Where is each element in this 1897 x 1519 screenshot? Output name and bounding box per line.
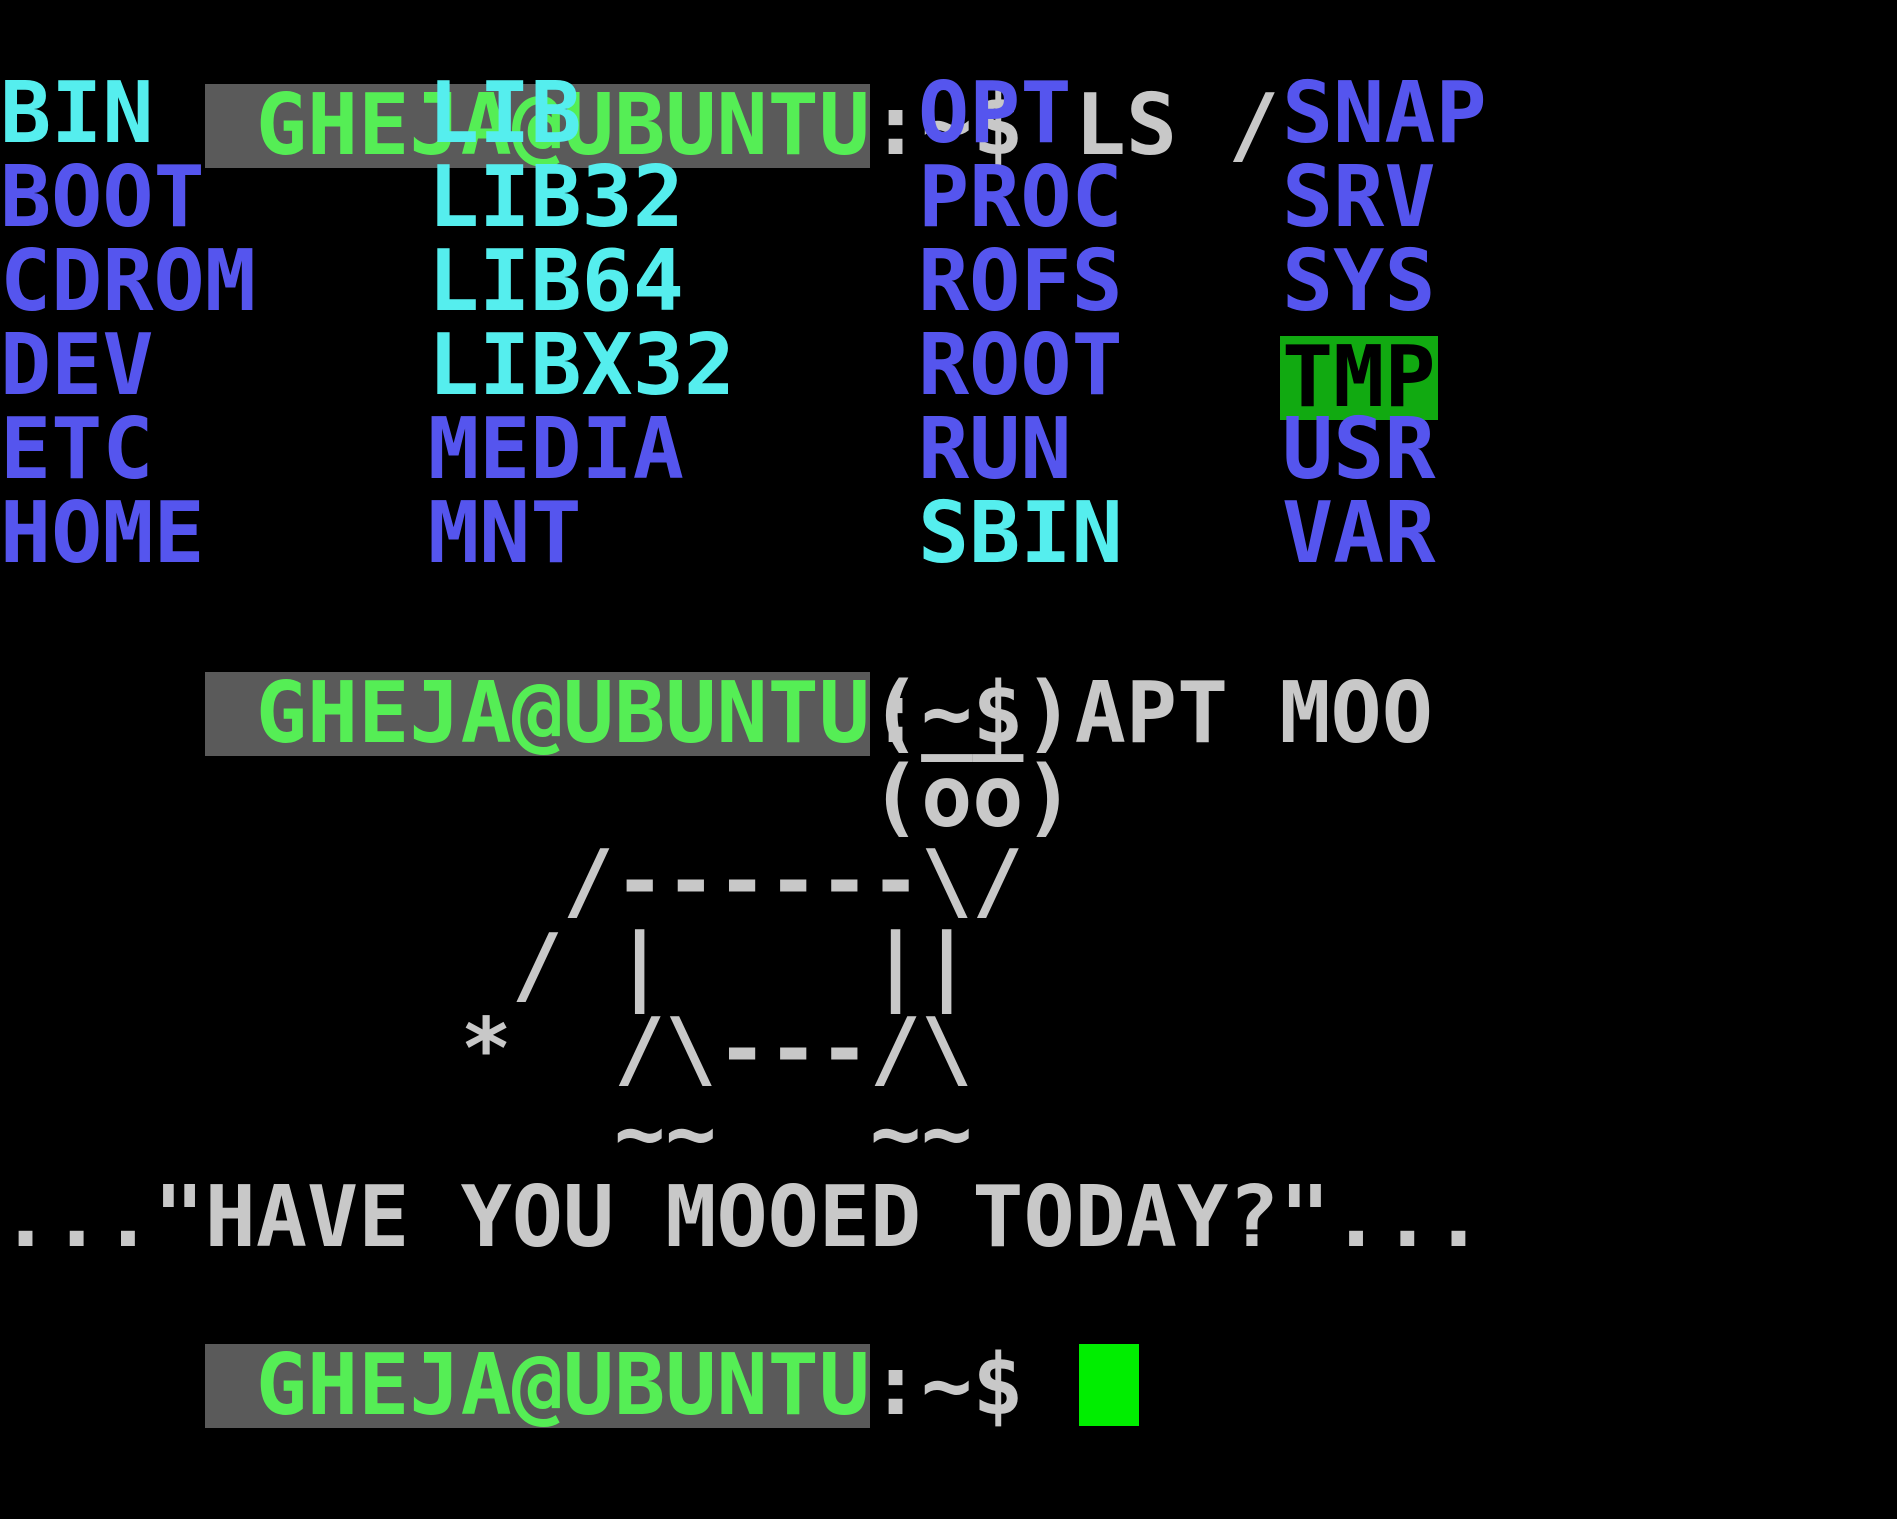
command-apt-moo: APT MOO <box>1074 664 1433 763</box>
dir-libx32: LIBX32 <box>428 316 736 415</box>
dir-media: MEDIA <box>428 400 684 499</box>
dir-boot: BOOT <box>0 148 205 247</box>
dir-lib64: LIB64 <box>428 232 684 331</box>
moo-message: ..."HAVE YOU MOOED TODAY?"... <box>0 1168 1485 1267</box>
prompt-user-host: GHEJA@UBUNTU <box>204 1336 870 1435</box>
cow-art-line: / | || <box>0 916 973 1015</box>
dir-bin: BIN <box>0 64 154 163</box>
dir-usr: USR <box>1282 400 1436 499</box>
dir-home: HOME <box>0 484 205 583</box>
terminal-window[interactable]: GHEJA@UBUNTU:~$ LS / BIN BOOT CDROM DEV … <box>0 0 1897 1428</box>
dir-snap: SNAP <box>1282 64 1487 163</box>
cow-art-line: ~~ ~~ <box>0 1084 973 1183</box>
prompt-line-1: GHEJA@UBUNTU:~$ LS / <box>0 0 1279 168</box>
dir-lib: LIB <box>428 64 582 163</box>
dir-var: VAR <box>1282 484 1436 583</box>
dir-sbin: SBIN <box>918 484 1123 583</box>
dir-etc: ETC <box>0 400 154 499</box>
dir-root: ROOT <box>918 316 1123 415</box>
dir-mnt: MNT <box>428 484 582 583</box>
prompt-line-2: GHEJA@UBUNTU:~$ APT MOO <box>0 588 1433 756</box>
prompt-line-3[interactable]: GHEJA@UBUNTU:~$ <box>0 1260 1139 1428</box>
dir-run: RUN <box>918 400 1072 499</box>
cow-art-line: (oo) <box>0 748 1075 847</box>
cow-art-line: (__) <box>0 664 1075 763</box>
dir-opt: OPT <box>918 64 1072 163</box>
dir-dev: DEV <box>0 316 154 415</box>
dir-sys: SYS <box>1282 232 1436 331</box>
cow-art-line: /------\/ <box>0 832 1024 931</box>
dir-proc: PROC <box>918 148 1123 247</box>
prompt-path: :~$ <box>869 1336 1075 1435</box>
dir-lib32: LIB32 <box>428 148 684 247</box>
dir-srv: SRV <box>1282 148 1436 247</box>
cow-art-line: * /\---/\ <box>0 1000 973 1099</box>
dir-cdrom: CDROM <box>0 232 256 331</box>
terminal-cursor[interactable] <box>1078 1344 1139 1426</box>
dir-rofs: ROFS <box>918 232 1123 331</box>
